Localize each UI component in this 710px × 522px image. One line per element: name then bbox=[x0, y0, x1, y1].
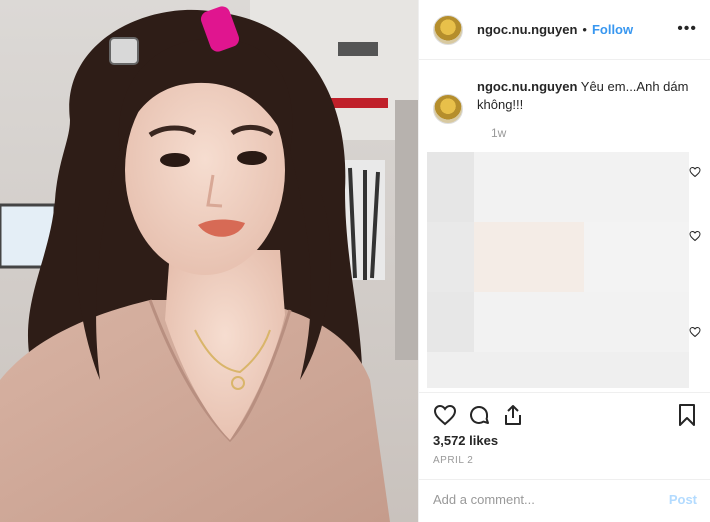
post-sidebar: ngoc.nu.nguyen • Follow ••• ngoc.nu.nguy… bbox=[418, 0, 710, 522]
username-link[interactable]: ngoc.nu.nguyen bbox=[477, 22, 577, 37]
comment-heart-icon[interactable] bbox=[689, 230, 701, 242]
post-actions: 3,572 likes APRIL 2 Post bbox=[419, 392, 710, 520]
post-comment-button[interactable]: Post bbox=[669, 492, 697, 507]
caption-avatar[interactable] bbox=[433, 94, 463, 124]
post-caption: ngoc.nu.nguyen Yêu em...Anh dám không!!!… bbox=[433, 78, 703, 140]
share-icon[interactable] bbox=[501, 403, 525, 427]
portrait-illustration bbox=[0, 0, 418, 522]
avatar[interactable] bbox=[433, 14, 463, 45]
likes-count[interactable]: 3,572 likes bbox=[433, 433, 498, 448]
blurred-comments bbox=[427, 152, 689, 388]
comment-heart-icon[interactable] bbox=[689, 166, 701, 178]
bookmark-icon[interactable] bbox=[675, 403, 699, 427]
comment-row bbox=[427, 152, 689, 222]
post-viewer: ngoc.nu.nguyen • Follow ••• ngoc.nu.nguy… bbox=[0, 0, 710, 522]
comment-composer: Post bbox=[419, 479, 710, 521]
post-header: ngoc.nu.nguyen • Follow ••• bbox=[419, 0, 710, 60]
comment-icon[interactable] bbox=[467, 403, 491, 427]
caption-text: ngoc.nu.nguyen Yêu em...Anh dám không!!! bbox=[477, 78, 702, 124]
caption-timestamp: 1w bbox=[491, 126, 507, 140]
more-options-icon[interactable]: ••• bbox=[677, 20, 697, 38]
post-date: APRIL 2 bbox=[433, 455, 474, 466]
comment-row bbox=[427, 222, 689, 292]
comment-heart-icon[interactable] bbox=[689, 326, 701, 338]
post-photo[interactable] bbox=[0, 0, 418, 522]
separator-dot: • bbox=[582, 22, 587, 37]
heart-icon[interactable] bbox=[433, 403, 457, 427]
comment-row bbox=[427, 352, 689, 388]
follow-button[interactable]: Follow bbox=[592, 22, 633, 37]
comment-input[interactable] bbox=[433, 492, 653, 507]
caption-username[interactable]: ngoc.nu.nguyen bbox=[477, 79, 577, 94]
